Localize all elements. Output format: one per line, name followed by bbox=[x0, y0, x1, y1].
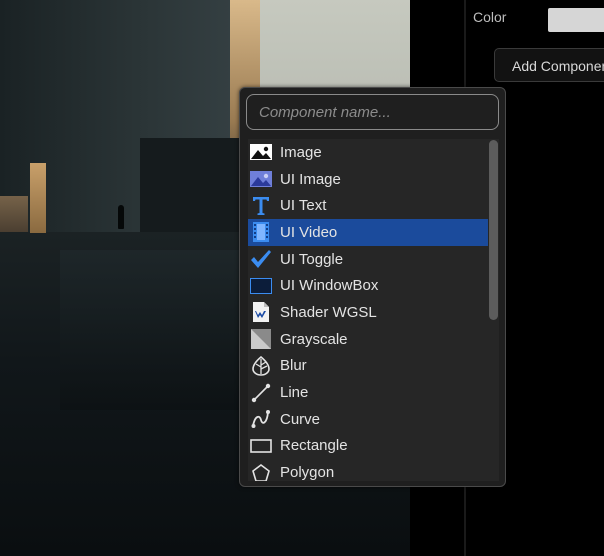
scene-person bbox=[118, 205, 124, 229]
list-item-blur[interactable]: Blur bbox=[248, 353, 488, 380]
list-item-label: Shader WGSL bbox=[280, 303, 377, 321]
list-item-ui-video[interactable]: UI Video bbox=[248, 219, 488, 246]
list-item-rectangle[interactable]: Rectangle bbox=[248, 433, 488, 460]
list-item-label: UI Toggle bbox=[280, 250, 344, 268]
color-swatch[interactable] bbox=[548, 8, 604, 32]
curve-icon bbox=[250, 409, 272, 429]
video-film-icon bbox=[250, 222, 272, 243]
ui-image-icon bbox=[250, 169, 272, 189]
component-list: Image UI Image UI Text UI Video UI Toggl… bbox=[248, 139, 488, 481]
add-component-popup: Image UI Image UI Text UI Video bbox=[239, 87, 506, 487]
rectangle-icon bbox=[250, 436, 272, 456]
scene-lit-door bbox=[30, 163, 46, 233]
list-item-label: Curve bbox=[280, 410, 321, 428]
editor-stage: Color Add Component Image UI Image bbox=[0, 0, 604, 556]
checkmark-icon bbox=[250, 249, 272, 269]
scene-block bbox=[140, 138, 250, 238]
list-item-label: Image bbox=[280, 143, 322, 161]
list-item-label: UI Video bbox=[280, 223, 338, 241]
grayscale-icon bbox=[250, 329, 272, 350]
scene-doorway bbox=[0, 196, 28, 232]
list-item-ui-toggle[interactable]: UI Toggle bbox=[248, 246, 488, 273]
list-item-label: Grayscale bbox=[280, 330, 348, 348]
text-t-icon bbox=[250, 196, 272, 216]
component-search-input[interactable] bbox=[246, 94, 499, 130]
list-item-grayscale[interactable]: Grayscale bbox=[248, 326, 488, 353]
line-icon bbox=[250, 383, 272, 403]
list-item-label: UI Text bbox=[280, 197, 327, 215]
list-item-label: Blur bbox=[280, 357, 307, 375]
color-label: Color bbox=[473, 9, 507, 25]
list-item-polygon[interactable]: Polygon bbox=[248, 459, 488, 481]
list-scrollbar[interactable] bbox=[488, 139, 499, 481]
list-item-line[interactable]: Line bbox=[248, 379, 488, 406]
window-box-icon bbox=[250, 276, 272, 296]
list-item-label: Rectangle bbox=[280, 437, 348, 455]
list-item-label: Polygon bbox=[280, 464, 335, 481]
polygon-icon bbox=[250, 463, 272, 481]
list-item-label: UI WindowBox bbox=[280, 277, 379, 295]
blur-leaf-icon bbox=[250, 355, 272, 376]
list-item-ui-text[interactable]: UI Text bbox=[248, 192, 488, 219]
list-item-ui-windowbox[interactable]: UI WindowBox bbox=[248, 272, 488, 299]
list-item-image[interactable]: Image bbox=[248, 139, 488, 166]
image-icon bbox=[250, 142, 272, 162]
scrollbar-thumb[interactable] bbox=[489, 140, 498, 320]
list-item-shader-wgsl[interactable]: Shader WGSL bbox=[248, 299, 488, 326]
add-component-button[interactable]: Add Component bbox=[494, 48, 604, 82]
list-item-label: UI Image bbox=[280, 170, 341, 188]
shader-file-icon bbox=[250, 302, 272, 323]
list-item-curve[interactable]: Curve bbox=[248, 406, 488, 433]
list-item-label: Line bbox=[280, 384, 309, 402]
list-item-ui-image[interactable]: UI Image bbox=[248, 166, 488, 193]
